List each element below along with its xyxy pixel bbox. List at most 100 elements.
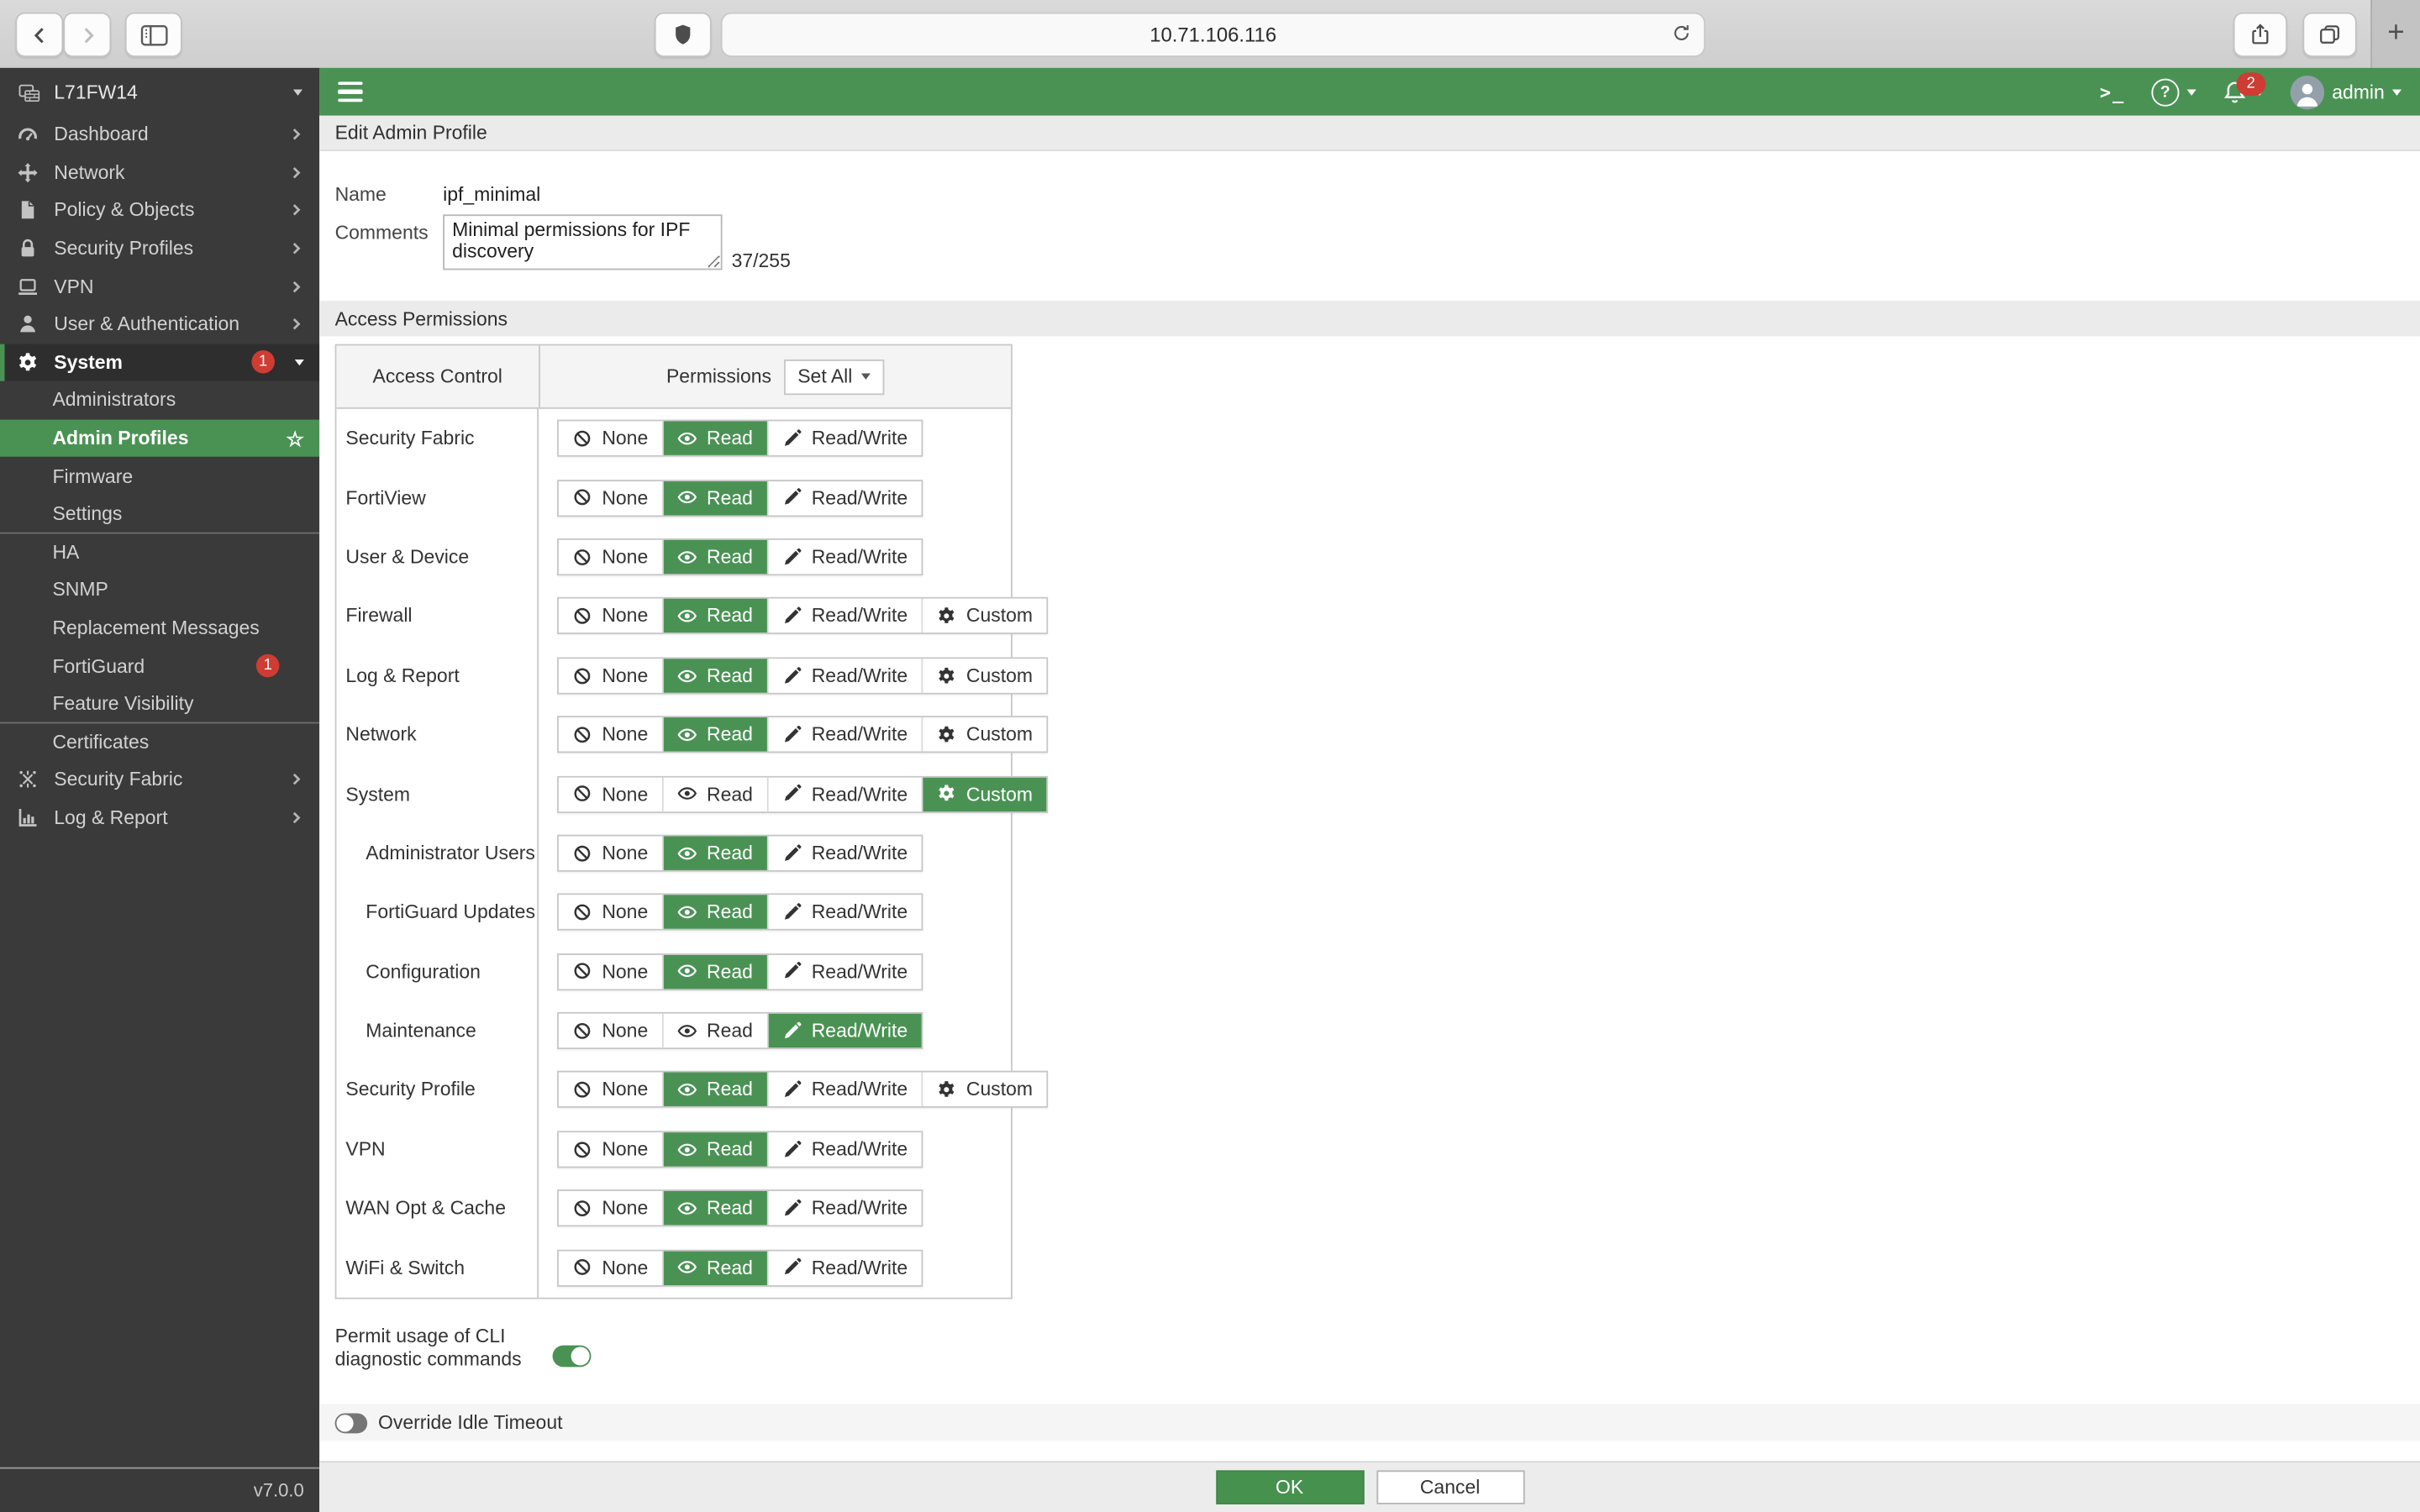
user-avatar bbox=[2291, 75, 2324, 108]
comments-field[interactable]: Minimal permissions for IPF discovery bbox=[443, 214, 722, 270]
sidebar-item[interactable]: Dashboard bbox=[0, 116, 319, 154]
browser-back-button[interactable] bbox=[15, 13, 63, 57]
permission-read-button[interactable]: Read bbox=[664, 777, 769, 811]
permission-rw-button[interactable]: Read/Write bbox=[768, 1073, 923, 1106]
permission-rw-button[interactable]: Read/Write bbox=[768, 954, 921, 988]
permission-segmented-control: NoneReadRead/WriteCustom bbox=[557, 775, 1048, 812]
permission-read-button[interactable]: Read bbox=[664, 599, 769, 633]
admin-user-menu[interactable]: admin bbox=[2291, 75, 2402, 108]
permission-rw-button[interactable]: Read/Write bbox=[768, 480, 921, 514]
pencil-icon bbox=[782, 1257, 802, 1278]
override-idle-timeout-toggle[interactable] bbox=[335, 1413, 368, 1433]
permission-read-button[interactable]: Read bbox=[664, 659, 769, 692]
permission-rw-button[interactable]: Read/Write bbox=[768, 599, 923, 633]
permission-rw-button[interactable]: Read/Write bbox=[768, 1014, 921, 1047]
new-tab-button[interactable]: + bbox=[2370, 0, 2420, 68]
set-all-dropdown[interactable]: Set All bbox=[784, 359, 885, 394]
permission-rw-button[interactable]: Read/Write bbox=[768, 717, 923, 751]
sidebar-item[interactable]: Security Profiles bbox=[0, 229, 319, 267]
permission-none-button[interactable]: None bbox=[559, 540, 664, 574]
permission-custom-button[interactable]: Custom bbox=[923, 1073, 1047, 1106]
pencil-icon bbox=[782, 843, 802, 864]
permission-read-button[interactable]: Read bbox=[664, 836, 769, 869]
permission-read-button[interactable]: Read bbox=[664, 1251, 769, 1284]
sidebar-subitem[interactable]: Certificates bbox=[0, 723, 319, 761]
share-button[interactable] bbox=[2233, 13, 2287, 57]
device-selector[interactable]: L71FW14 bbox=[0, 68, 319, 116]
permission-custom-button[interactable]: Custom bbox=[923, 717, 1047, 751]
permission-none-button[interactable]: None bbox=[559, 599, 664, 633]
permission-read-button[interactable]: Read bbox=[664, 1132, 769, 1166]
permission-none-button[interactable]: None bbox=[559, 1191, 664, 1225]
sidebar-item[interactable]: Network bbox=[0, 154, 319, 192]
help-menu[interactable]: ? bbox=[2151, 78, 2196, 106]
browser-forward-button[interactable] bbox=[63, 13, 111, 57]
sidebar-item[interactable]: VPN bbox=[0, 267, 319, 305]
permission-rw-button[interactable]: Read/Write bbox=[768, 1251, 921, 1284]
block-icon bbox=[572, 428, 592, 449]
sidebar-item[interactable]: Policy & Objects bbox=[0, 192, 319, 229]
permission-rw-button[interactable]: Read/Write bbox=[768, 422, 921, 455]
permission-none-button[interactable]: None bbox=[559, 422, 664, 455]
permission-none-button[interactable]: None bbox=[559, 954, 664, 988]
sidebar-subitem[interactable]: SNMP bbox=[0, 571, 319, 609]
permission-read-button[interactable]: Read bbox=[664, 422, 769, 455]
permission-none-button[interactable]: None bbox=[559, 836, 664, 869]
sidebar-subitem[interactable]: Feature Visibility bbox=[0, 685, 319, 722]
permission-none-button[interactable]: None bbox=[559, 1073, 664, 1106]
permission-custom-button[interactable]: Custom bbox=[923, 777, 1047, 811]
sidebar-subitem[interactable]: Administrators bbox=[0, 381, 319, 419]
sidebar-item[interactable]: User & Authentication bbox=[0, 306, 319, 344]
sidebar-subitem[interactable]: Settings bbox=[0, 495, 319, 533]
cli-console-button[interactable]: >_ bbox=[2100, 81, 2125, 102]
sidebar-subitem[interactable]: Admin Profiles ☆ bbox=[0, 419, 319, 457]
permission-read-button[interactable]: Read bbox=[664, 1014, 769, 1047]
permission-read-button[interactable]: Read bbox=[664, 954, 769, 988]
cancel-button[interactable]: Cancel bbox=[1376, 1470, 1523, 1504]
sidebar-subitem[interactable]: FortiGuard 1 bbox=[0, 647, 319, 685]
privacy-shield-button[interactable] bbox=[655, 13, 712, 57]
permission-read-button[interactable]: Read bbox=[664, 1191, 769, 1225]
sidebar-item-system[interactable]: System 1 bbox=[0, 344, 319, 381]
url-bar[interactable]: 10.71.106.116 bbox=[721, 13, 1706, 57]
permission-rw-button[interactable]: Read/Write bbox=[768, 895, 921, 929]
permission-rw-button[interactable]: Read/Write bbox=[768, 836, 921, 869]
tab-overview-button[interactable] bbox=[2302, 13, 2356, 57]
permission-rw-button[interactable]: Read/Write bbox=[768, 777, 923, 811]
permission-rw-button[interactable]: Read/Write bbox=[768, 659, 923, 692]
reload-icon[interactable] bbox=[1671, 24, 1691, 44]
permission-read-button[interactable]: Read bbox=[664, 1073, 769, 1106]
permission-rw-button[interactable]: Read/Write bbox=[768, 540, 921, 574]
permission-none-button[interactable]: None bbox=[559, 777, 664, 811]
permission-custom-button[interactable]: Custom bbox=[923, 659, 1047, 692]
permission-rw-button[interactable]: Read/Write bbox=[768, 1132, 921, 1166]
hamburger-menu-icon[interactable] bbox=[338, 81, 362, 102]
permission-none-button[interactable]: None bbox=[559, 1132, 664, 1166]
star-icon[interactable]: ☆ bbox=[286, 428, 303, 449]
permission-read-button[interactable]: Read bbox=[664, 540, 769, 574]
permission-none-button[interactable]: None bbox=[559, 1251, 664, 1284]
permission-none-button[interactable]: None bbox=[559, 1014, 664, 1047]
caret-down-icon bbox=[295, 360, 304, 365]
sidebar-subitem[interactable]: Firmware bbox=[0, 457, 319, 495]
cli-diagnostics-toggle[interactable] bbox=[553, 1346, 592, 1368]
browser-sidebar-toggle-button[interactable] bbox=[125, 13, 182, 57]
sidebar-item[interactable]: Security Fabric bbox=[0, 761, 319, 799]
notifications-menu[interactable]: 2 bbox=[2223, 80, 2265, 104]
permission-rw-button[interactable]: Read/Write bbox=[768, 1191, 921, 1225]
permission-read-button[interactable]: Read bbox=[664, 895, 769, 929]
ok-button[interactable]: OK bbox=[1215, 1470, 1363, 1504]
permission-none-button[interactable]: None bbox=[559, 717, 664, 751]
sidebar-subitem[interactable]: HA bbox=[0, 533, 319, 571]
permission-none-button[interactable]: None bbox=[559, 480, 664, 514]
sidebar-subitem[interactable]: Replacement Messages bbox=[0, 609, 319, 647]
gear-icon bbox=[15, 350, 39, 375]
permission-custom-button[interactable]: Custom bbox=[923, 599, 1047, 633]
permission-none-button[interactable]: None bbox=[559, 659, 664, 692]
permission-none-button[interactable]: None bbox=[559, 895, 664, 929]
permission-read-button[interactable]: Read bbox=[664, 717, 769, 751]
sidebar-item[interactable]: Log & Report bbox=[0, 799, 319, 837]
new-tab-icon: + bbox=[2387, 17, 2404, 50]
permission-read-button[interactable]: Read bbox=[664, 480, 769, 514]
block-icon bbox=[572, 547, 592, 567]
